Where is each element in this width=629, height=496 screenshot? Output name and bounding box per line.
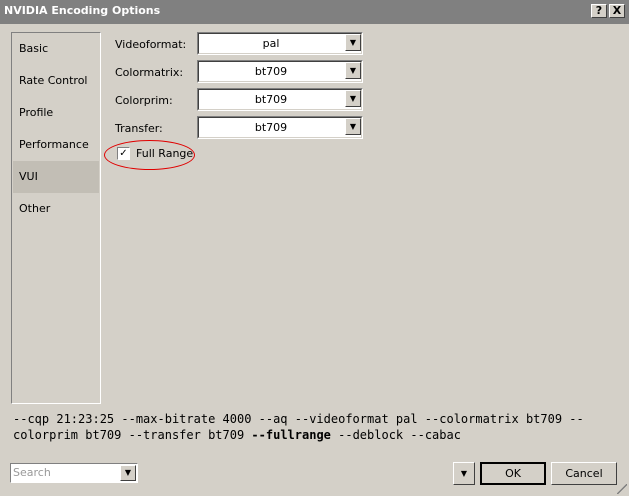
menu-dropdown-button[interactable]: ▼ <box>453 462 475 485</box>
sidebar-item-profile[interactable]: Profile <box>13 97 99 129</box>
resize-grip-icon[interactable] <box>617 484 627 494</box>
videoformat-dropdown[interactable]: pal ▼ <box>197 32 363 55</box>
colormatrix-dropdown[interactable]: bt709 ▼ <box>197 60 363 83</box>
chevron-down-icon[interactable]: ▼ <box>345 62 361 79</box>
command-line-tail: --deblock --cabac <box>330 428 461 442</box>
colormatrix-label: Colormatrix: <box>115 66 184 79</box>
search-combo[interactable]: ▼ <box>10 463 138 483</box>
ok-button[interactable]: OK <box>480 462 546 485</box>
search-input[interactable] <box>13 465 117 480</box>
colorprim-dropdown[interactable]: bt709 ▼ <box>197 88 363 111</box>
sidebar-item-performance[interactable]: Performance <box>13 129 99 161</box>
transfer-label: Transfer: <box>115 122 163 135</box>
sidebar-item-rate-control[interactable]: Rate Control <box>13 65 99 97</box>
transfer-value: bt709 <box>254 121 288 134</box>
window-title: NVIDIA Encoding Options <box>4 4 161 17</box>
full-range-checkbox[interactable]: ✓ <box>117 147 130 160</box>
chevron-down-icon[interactable]: ▼ <box>345 118 361 135</box>
chevron-down-icon[interactable]: ▼ <box>345 90 361 107</box>
title-bar: NVIDIA Encoding Options ? X <box>0 0 629 24</box>
videoformat-label: Videoformat: <box>115 38 187 51</box>
colorprim-value: bt709 <box>254 93 288 106</box>
colormatrix-value: bt709 <box>254 65 288 78</box>
sidebar: Basic Rate Control Profile Performance V… <box>11 32 101 404</box>
chevron-down-icon[interactable]: ▼ <box>345 34 361 51</box>
sidebar-item-other[interactable]: Other <box>13 193 99 225</box>
colorprim-label: Colorprim: <box>115 94 173 107</box>
sidebar-item-basic[interactable]: Basic <box>13 33 99 65</box>
help-button[interactable]: ? <box>591 4 607 18</box>
close-button[interactable]: X <box>609 4 625 18</box>
command-line-preview: --cqp 21:23:25 --max-bitrate 4000 --aq -… <box>13 411 613 443</box>
chevron-down-icon[interactable]: ▼ <box>120 465 136 481</box>
cancel-button[interactable]: Cancel <box>551 462 617 485</box>
command-line-highlight: --fullrange <box>251 428 331 442</box>
videoformat-value: pal <box>262 37 280 50</box>
transfer-dropdown[interactable]: bt709 ▼ <box>197 116 363 139</box>
full-range-label[interactable]: Full Range <box>136 147 193 160</box>
sidebar-item-vui[interactable]: VUI <box>13 161 99 193</box>
